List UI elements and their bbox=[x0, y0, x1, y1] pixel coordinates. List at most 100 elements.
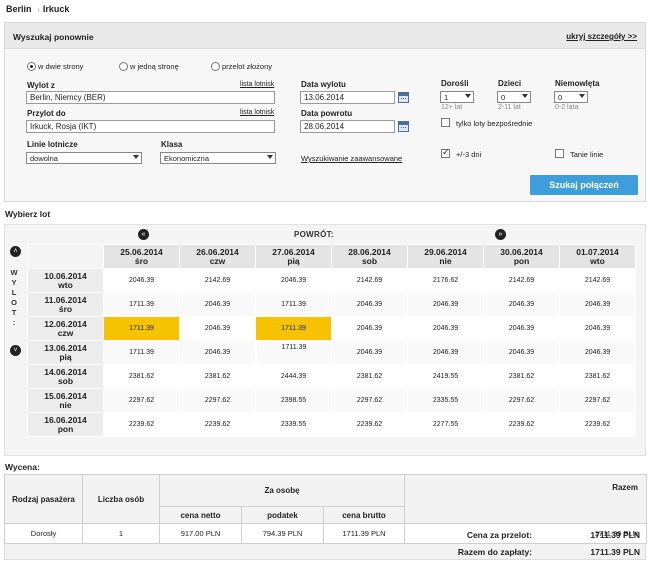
fare-cell[interactable]: 2297.62 bbox=[179, 388, 256, 413]
fare-cell[interactable]: 2046.39 bbox=[331, 340, 408, 365]
return-label: POWRÓT: bbox=[294, 230, 334, 239]
direct-only-checkbox[interactable] bbox=[441, 118, 450, 127]
search-panel-header: Wyszukaj ponownie ukryj szczegóły >> bbox=[5, 23, 645, 49]
fare-cell[interactable]: 2419.55 bbox=[407, 364, 484, 389]
search-button[interactable]: Szukaj połączeń bbox=[530, 175, 638, 195]
airlines-select[interactable]: dowolna bbox=[26, 152, 142, 164]
fare-cell[interactable]: 2239.62 bbox=[179, 412, 256, 437]
fare-cell[interactable]: 2046.39 bbox=[179, 292, 256, 317]
flight-price-row: Cena za przelot: 1711.39 PLN bbox=[4, 526, 646, 543]
fare-cell[interactable]: 2046.39 bbox=[483, 292, 560, 317]
advanced-search-link[interactable]: Wyszukiwanie zaawansowane bbox=[301, 154, 402, 163]
fare-cell[interactable]: 2277.55 bbox=[407, 412, 484, 437]
return-date-field[interactable]: 28.06.2014 bbox=[300, 120, 395, 133]
fare-cell[interactable]: 2046.39 bbox=[179, 340, 256, 365]
fare-cell[interactable]: 2381.62 bbox=[559, 364, 636, 389]
fare-cell[interactable]: 2046.39 bbox=[559, 316, 636, 341]
flight-price-label: Cena za przelot: bbox=[466, 530, 532, 540]
fare-cell[interactable]: 1711.39 bbox=[103, 292, 180, 317]
to-airport-list-link[interactable]: lista lotnisk bbox=[240, 109, 274, 116]
radio-empty-icon bbox=[211, 62, 220, 71]
fare-cell[interactable]: 2444.39 bbox=[255, 364, 332, 389]
fare-cell[interactable]: 2398.55 bbox=[255, 388, 332, 413]
total-to-pay-value: 1711.39 PLN bbox=[590, 547, 640, 557]
pricing-title: Wycena: bbox=[5, 462, 40, 472]
outbound-weekday: sob bbox=[57, 375, 74, 386]
fare-cell[interactable]: 2046.39 bbox=[483, 340, 560, 365]
fare-cell[interactable]: 1711.39 bbox=[103, 340, 180, 365]
fare-cell[interactable]: 1711.39 bbox=[256, 341, 332, 365]
to-field[interactable]: Irkuck, Rosja (IKT) bbox=[26, 120, 275, 133]
fare-cell[interactable]: 2176.62 bbox=[407, 268, 484, 293]
fare-cell[interactable]: 2335.55 bbox=[407, 388, 484, 413]
low-cost-checkbox[interactable] bbox=[555, 149, 564, 158]
fare-cell[interactable]: 2046.39 bbox=[255, 268, 332, 293]
fare-cell[interactable]: 2142.69 bbox=[331, 268, 408, 293]
return-date-header: 28.06.2014 sob bbox=[331, 244, 408, 269]
outbound-date-header: 11.06.2014 śro bbox=[27, 292, 104, 317]
return-next-icon[interactable]: » bbox=[495, 229, 506, 240]
chevron-down-icon bbox=[267, 155, 273, 159]
fare-cell[interactable]: 2297.62 bbox=[559, 388, 636, 413]
fare-cell[interactable]: 2046.39 bbox=[331, 316, 408, 341]
trip-type-round[interactable]: w dwie strony bbox=[27, 62, 83, 71]
depart-date-label: Data wylotu bbox=[301, 80, 346, 89]
return-date-header: 26.06.2014 czw bbox=[179, 244, 256, 269]
flex-dates-label: +/-3 dni bbox=[456, 150, 482, 159]
fare-cell[interactable]: 2046.39 bbox=[331, 292, 408, 317]
fare-cell[interactable]: 2046.39 bbox=[483, 316, 560, 341]
fare-cell[interactable]: 2339.55 bbox=[255, 412, 332, 437]
fare-cell[interactable]: 2046.39 bbox=[559, 292, 636, 317]
fare-cell[interactable]: 2381.62 bbox=[103, 364, 180, 389]
calendar-icon[interactable] bbox=[398, 92, 409, 103]
hide-details-link[interactable]: ukryj szczegóły >> bbox=[566, 32, 637, 41]
from-airport-list-link[interactable]: lista lotnisk bbox=[240, 81, 274, 88]
airlines-label: Linie lotnicze bbox=[27, 140, 78, 149]
return-prev-icon[interactable]: « bbox=[138, 229, 149, 240]
fare-cell[interactable]: 2381.62 bbox=[331, 364, 408, 389]
fare-cell[interactable]: 2046.39 bbox=[559, 340, 636, 365]
children-select[interactable]: 0 bbox=[497, 91, 531, 103]
outbound-prev-icon[interactable]: ˄ bbox=[10, 246, 21, 257]
adults-value: 1 bbox=[444, 93, 449, 102]
fare-cell[interactable]: 2381.62 bbox=[179, 364, 256, 389]
infants-select[interactable]: 0 bbox=[554, 91, 588, 103]
outbound-next-icon[interactable]: ˅ bbox=[10, 345, 21, 356]
fare-cell[interactable]: 2142.69 bbox=[179, 268, 256, 293]
flex-dates-checkbox[interactable] bbox=[441, 147, 450, 158]
fare-cell[interactable]: 2239.62 bbox=[559, 412, 636, 437]
outbound-weekday: wto bbox=[58, 279, 73, 290]
fare-cell[interactable]: 2046.39 bbox=[407, 292, 484, 317]
fare-cell[interactable]: 2297.62 bbox=[103, 388, 180, 413]
fare-cell[interactable]: 2046.39 bbox=[103, 268, 180, 293]
chevron-down-icon bbox=[522, 94, 528, 98]
fare-cell[interactable]: 2297.62 bbox=[331, 388, 408, 413]
outbound-date-header: 10.06.2014 wto bbox=[27, 268, 104, 293]
fare-cell[interactable]: 1711.39 bbox=[103, 316, 180, 341]
fare-cell[interactable]: 2142.69 bbox=[483, 268, 560, 293]
from-field[interactable]: Berlin, Niemcy (BER) bbox=[26, 91, 275, 104]
return-weekday: pią bbox=[287, 255, 300, 266]
col-gross: cena brutto bbox=[323, 506, 405, 524]
calendar-icon[interactable] bbox=[398, 121, 409, 132]
fare-cell[interactable]: 2297.62 bbox=[483, 388, 560, 413]
fare-cell[interactable]: 2239.62 bbox=[103, 412, 180, 437]
grid-row: 10.06.2014 wto 2046.39 2142.69 2046.39 2142.6… bbox=[27, 268, 636, 293]
breadcrumb-origin: Berlin bbox=[6, 4, 32, 14]
fare-cell[interactable]: 1711.39 bbox=[255, 292, 332, 317]
fare-cell[interactable]: 2046.39 bbox=[407, 316, 484, 341]
fare-cell[interactable]: 2046.39 bbox=[179, 316, 256, 341]
trip-type-multi[interactable]: przelot złożony bbox=[211, 62, 272, 71]
fare-cell[interactable]: 2381.62 bbox=[483, 364, 560, 389]
depart-date-field[interactable]: 13.06.2014 bbox=[300, 91, 395, 104]
fare-cell[interactable]: 1711.39 bbox=[255, 316, 332, 341]
fare-cell[interactable]: 2142.69 bbox=[559, 268, 636, 293]
fare-cell[interactable]: 2239.62 bbox=[331, 412, 408, 437]
col-net: cena netto bbox=[159, 506, 242, 524]
trip-type-oneway[interactable]: w jedną stronę bbox=[119, 62, 179, 71]
fare-cell[interactable]: 2046.39 bbox=[407, 340, 484, 365]
fare-cell[interactable]: 2239.62 bbox=[483, 412, 560, 437]
class-select[interactable]: Ekonomiczna bbox=[160, 152, 276, 164]
adults-select[interactable]: 1 bbox=[440, 91, 474, 103]
radio-empty-icon bbox=[119, 62, 128, 71]
